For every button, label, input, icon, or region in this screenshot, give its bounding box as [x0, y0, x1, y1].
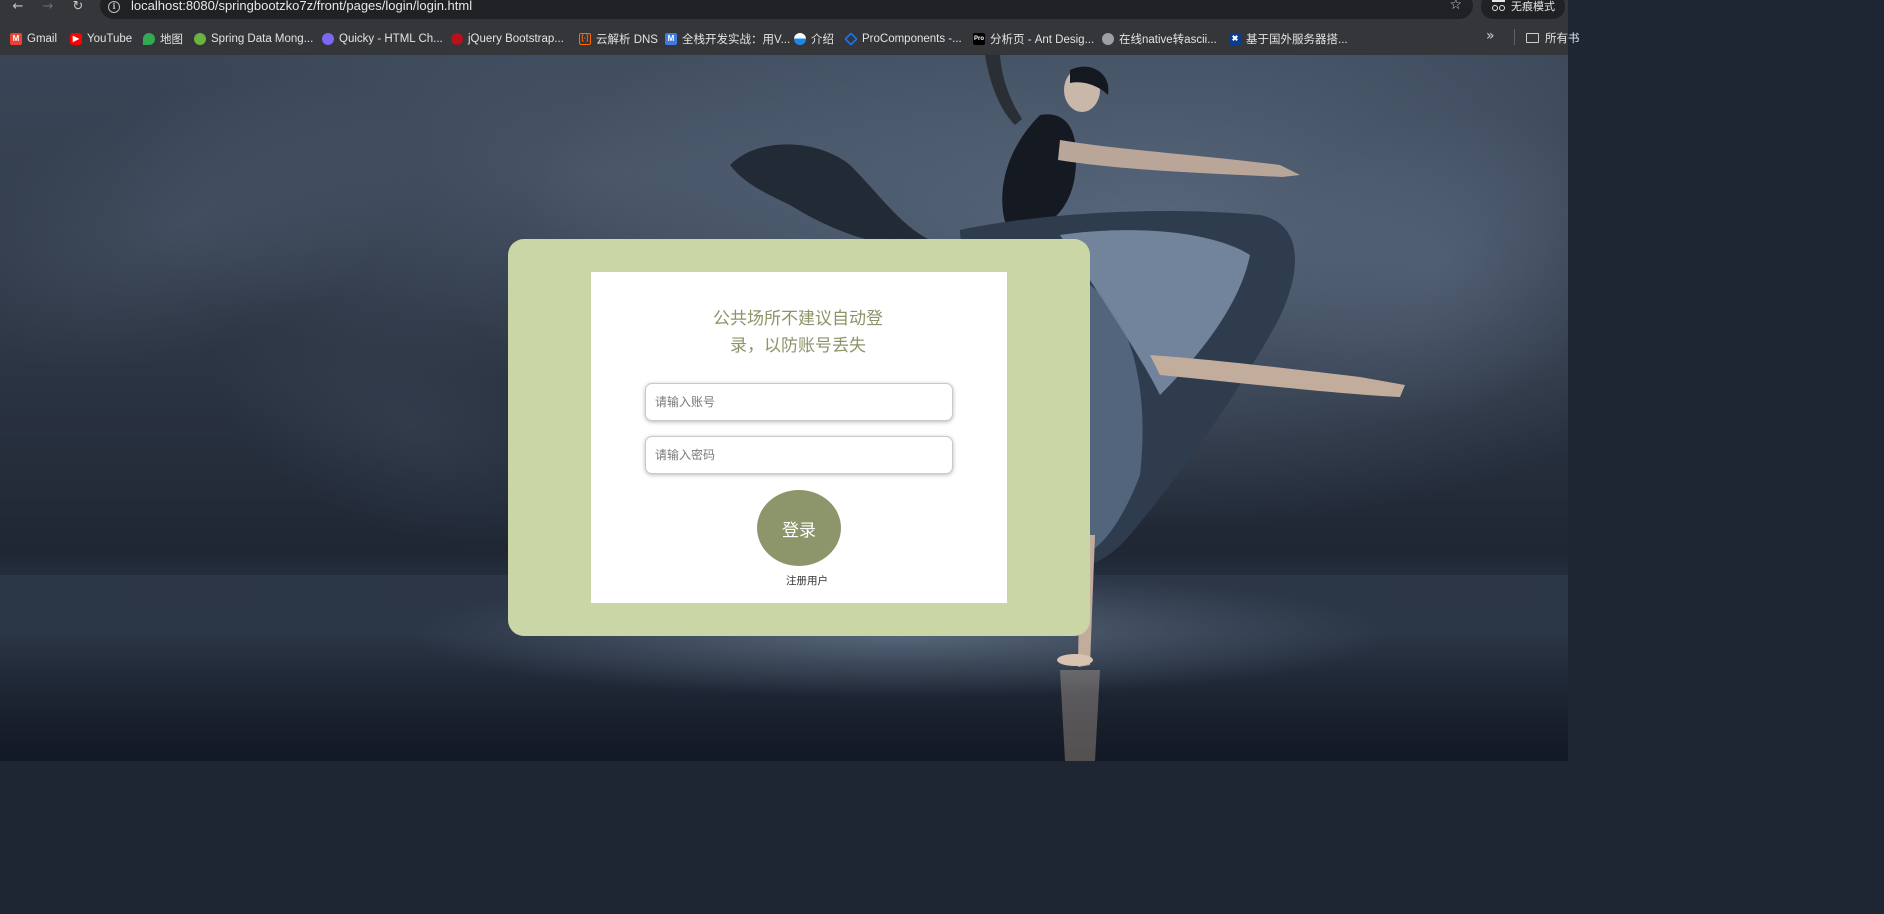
bookmarks-bar: M Gmail ▶ YouTube 地图 Spring Data Mong...…	[0, 22, 1568, 55]
aliyun-icon: [-]	[579, 33, 591, 45]
flag-icon: ✖	[1229, 33, 1241, 45]
bookmark-procomponents[interactable]: ProComponents -...	[844, 31, 962, 47]
bookmark-star-icon[interactable]: ☆	[1449, 0, 1462, 12]
reload-icon[interactable]: ↻	[67, 0, 89, 14]
antd-icon	[844, 32, 858, 46]
jquery-icon	[451, 33, 463, 45]
circle-icon	[794, 33, 806, 45]
bookmark-label: YouTube	[87, 33, 133, 45]
bookmark-youtube[interactable]: ▶ YouTube	[70, 31, 132, 47]
address-url[interactable]: localhost:8080/springbootzko7z/front/pag…	[131, 0, 472, 13]
bookmark-label: ProComponents -...	[862, 33, 962, 45]
bookmark-gmail[interactable]: M Gmail	[10, 31, 57, 47]
maps-icon	[143, 33, 155, 45]
bookmark-intro[interactable]: 介绍	[794, 31, 834, 47]
bookmark-label: Quicky - HTML Ch...	[339, 33, 443, 45]
bookmark-spring[interactable]: Spring Data Mong...	[194, 31, 313, 47]
bookmark-aliyun[interactable]: [-] 云解析 DNS	[579, 31, 658, 47]
spring-icon	[194, 33, 206, 45]
incognito-icon	[1492, 0, 1505, 11]
incognito-label: 无痕模式	[1511, 0, 1555, 13]
back-arrow-icon[interactable]: ←	[7, 0, 29, 14]
bookmark-fullstack[interactable]: M 全栈开发实战：用V...	[665, 31, 790, 47]
address-bar[interactable]: i localhost:8080/springbootzko7z/front/p…	[100, 0, 1473, 19]
bookmark-native-ascii[interactable]: 在线native转ascii...	[1102, 31, 1217, 47]
bookmarks-overflow-icon[interactable]: »	[1486, 29, 1495, 43]
bookmark-label: 在线native转ascii...	[1119, 34, 1217, 46]
notice-line-1: 公共场所不建议自动登	[713, 309, 883, 329]
bookmark-quicky[interactable]: Quicky - HTML Ch...	[322, 31, 443, 47]
bookmark-label: 介绍	[811, 34, 834, 46]
quicky-icon	[322, 33, 334, 45]
incognito-badge[interactable]: 无痕模式	[1481, 0, 1565, 19]
bookmark-label: 地图	[160, 34, 183, 46]
m-icon: M	[665, 33, 677, 45]
bookmark-label: jQuery Bootstrap...	[468, 33, 564, 45]
bookmark-label: 全栈开发实战：用V...	[682, 34, 791, 46]
globe-icon	[1102, 33, 1114, 45]
gmail-icon: M	[10, 33, 22, 45]
site-info-icon[interactable]: i	[108, 1, 120, 13]
security-notice: 公共场所不建议自动登 录，以防账号丢失	[700, 306, 896, 360]
bookmark-maps[interactable]: 地图	[143, 31, 183, 47]
bookmark-server[interactable]: ✖ 基于国外服务器搭...	[1229, 31, 1348, 47]
username-input[interactable]	[645, 383, 953, 421]
login-button[interactable]: 登录	[757, 490, 841, 566]
bookmark-label: Gmail	[27, 33, 58, 45]
browser-toolbar: ← → ↻ i localhost:8080/springbootzko7z/f…	[0, 0, 1568, 22]
bookmark-label: 云解析 DNS	[596, 34, 658, 46]
password-input[interactable]	[645, 436, 953, 474]
all-bookmarks-folder[interactable]: 所有书	[1526, 30, 1580, 46]
bookmark-analysis[interactable]: Pro 分析页 - Ant Desig...	[973, 31, 1094, 47]
all-bookmarks-label: 所有书	[1545, 31, 1580, 45]
bookmark-label: 分析页 - Ant Desig...	[990, 34, 1095, 46]
forward-arrow-icon[interactable]: →	[37, 0, 59, 14]
notice-line-2: 录，以防账号丢失	[730, 336, 866, 356]
pro-icon: Pro	[973, 33, 985, 45]
bookmarks-divider	[1514, 29, 1515, 45]
youtube-icon: ▶	[70, 33, 82, 45]
bookmark-label: 基于国外服务器搭...	[1246, 34, 1348, 46]
folder-icon	[1526, 33, 1539, 43]
bookmark-jquery[interactable]: jQuery Bootstrap...	[451, 31, 564, 47]
bookmark-label: Spring Data Mong...	[211, 33, 314, 45]
register-link[interactable]: 注册用户	[770, 573, 844, 588]
